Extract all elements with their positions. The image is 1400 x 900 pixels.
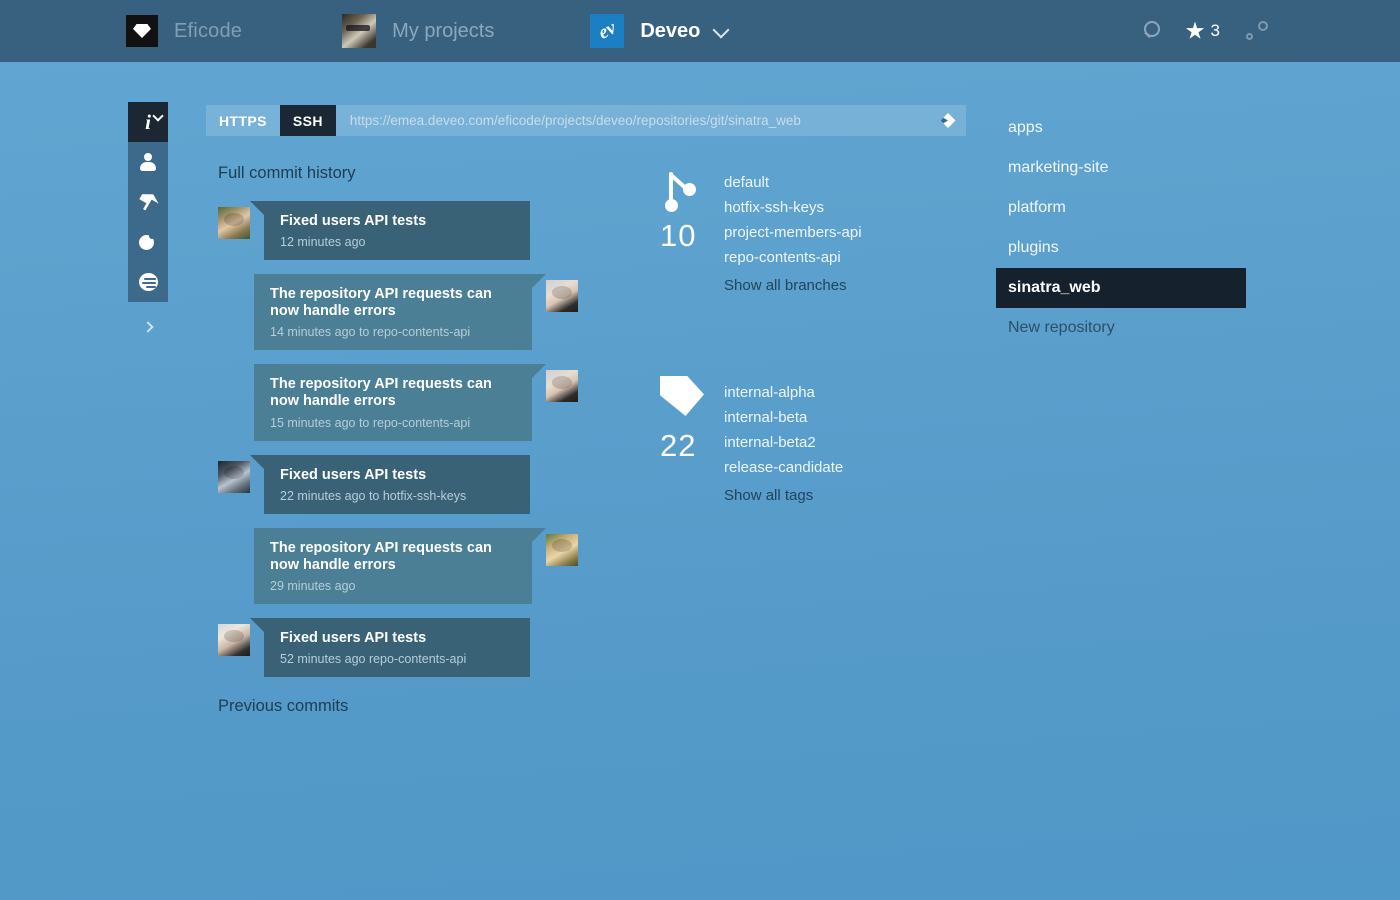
deveo-logo-icon: ev: [590, 14, 625, 48]
rail-item-activity[interactable]: [128, 262, 168, 302]
info-icon: i: [145, 109, 151, 134]
commit-history-panel: Full commit history Fixed users API test…: [218, 164, 578, 716]
commit-title: The repository API requests can now hand…: [270, 286, 492, 320]
top-navigation-bar: Eficode My projects ev Deveo 3: [0, 0, 1400, 62]
avatar: [218, 623, 250, 656]
commit-meta: 29 minutes ago: [270, 578, 356, 593]
rail-expand-button[interactable]: [128, 314, 168, 340]
previous-commits-link[interactable]: Previous commits: [218, 697, 578, 716]
commit-bubble[interactable]: Fixed users API tests 22 minutes ago to h…: [250, 454, 530, 514]
commit-row[interactable]: Fixed users API tests 52 minutes ago repo…: [218, 617, 578, 677]
protocol-https-button[interactable]: HTTPS: [206, 105, 280, 136]
avatar: [546, 280, 578, 313]
commit-meta: 12 minutes ago: [280, 235, 366, 250]
search-icon[interactable]: [1142, 20, 1164, 42]
commit-bubble[interactable]: Fixed users API tests 52 minutes ago repo…: [250, 617, 530, 677]
tag-list: internal-alpha internal-beta internal-beta…: [724, 376, 843, 508]
stack-icon: [138, 273, 158, 291]
repository-item-apps[interactable]: apps: [996, 108, 1246, 148]
star-count: 3: [1210, 21, 1220, 40]
branch-icon: [660, 166, 698, 212]
tag-item-show-all[interactable]: Show all tags: [724, 483, 843, 508]
commit-row[interactable]: Fixed users API tests 22 minutes ago to h…: [218, 454, 578, 514]
branch-item[interactable]: project-members-api: [724, 220, 862, 245]
breadcrumb-my-projects[interactable]: My projects: [242, 0, 494, 62]
tag-item[interactable]: internal-alpha: [724, 380, 843, 405]
commit-title: Fixed users API tests: [280, 466, 427, 483]
user-avatar: [342, 14, 377, 48]
star-icon: [1185, 21, 1205, 39]
person-icon: [139, 153, 157, 171]
rail-item-info[interactable]: i: [128, 102, 168, 142]
clone-url-text[interactable]: https://emea.deveo.com/eficode/projects/…: [336, 113, 930, 128]
commit-row[interactable]: The repository API requests can now hand…: [218, 274, 578, 351]
branch-item[interactable]: repo-contents-api: [724, 245, 862, 270]
chevron-down-icon[interactable]: [714, 24, 729, 39]
tags-badge: 22: [660, 376, 724, 508]
avatar: [546, 370, 578, 403]
page-title: Full commit history: [218, 164, 356, 182]
tag-count: 22: [660, 428, 697, 463]
protocol-ssh-button[interactable]: SSH: [279, 105, 336, 136]
tags-group: 22 internal-alpha internal-beta internal-b…: [660, 376, 980, 508]
org-name: Eficode: [174, 19, 243, 42]
current-project-name: Deveo: [640, 19, 701, 42]
avatar: [218, 460, 250, 493]
commit-bubble[interactable]: The repository API requests can now hand…: [254, 274, 546, 351]
repository-item-plugins[interactable]: plugins: [996, 228, 1246, 268]
commit-title: The repository API requests can now hand…: [270, 539, 492, 573]
commit-title: The repository API requests can now hand…: [270, 376, 492, 410]
rail-item-push[interactable]: [128, 182, 168, 222]
commit-row[interactable]: The repository API requests can now hand…: [218, 527, 578, 604]
branch-item-show-all[interactable]: Show all branches: [724, 273, 862, 298]
tag-item[interactable]: release-candidate: [724, 455, 843, 480]
arrow-icon: [135, 189, 160, 214]
refs-panel: 10 default hotfix-ssh-keys project-members…: [660, 166, 980, 586]
copy-diamond-icon: [940, 113, 956, 128]
rail-item-commits[interactable]: [128, 222, 168, 262]
topbar-actions: 3: [1142, 20, 1268, 42]
branch-list: default hotfix-ssh-keys project-members-ap…: [724, 166, 862, 298]
starred-button[interactable]: 3: [1185, 21, 1220, 41]
commit-title: Fixed users API tests: [280, 213, 427, 229]
commit-row[interactable]: The repository API requests can now hand…: [218, 364, 578, 441]
chevron-right-icon: [142, 321, 154, 333]
left-icon-rail: i: [128, 102, 168, 302]
avatar: [218, 207, 250, 239]
commit-bubble[interactable]: Fixed users API tests 12 minutes ago: [250, 201, 530, 261]
tag-item[interactable]: internal-beta2: [724, 430, 843, 455]
clone-url-bar: HTTPS SSH https://emea.deveo.com/eficode…: [206, 105, 966, 136]
gear-icon[interactable]: [1246, 21, 1268, 41]
commit-meta: 22 minutes ago to hotfix-ssh-keys: [280, 488, 467, 503]
commit-title: Fixed users API tests: [280, 629, 427, 646]
chevron-down-icon: [152, 110, 164, 122]
commit-list: Fixed users API tests 12 minutes ago The r…: [218, 201, 578, 677]
repository-item-platform[interactable]: platform: [996, 188, 1246, 228]
commit-bubble[interactable]: The repository API requests can now hand…: [254, 364, 546, 441]
commit-row[interactable]: Fixed users API tests 12 minutes ago: [218, 201, 578, 261]
gem-logo-icon: [126, 15, 158, 47]
avatar: [546, 533, 578, 566]
tag-item[interactable]: internal-beta: [724, 405, 843, 430]
repository-item-new-repository[interactable]: New repository: [996, 308, 1246, 348]
branches-badge: 10: [660, 166, 724, 298]
branch-count: 10: [660, 218, 697, 253]
commit-meta: 14 minutes ago to repo-contents-api: [270, 325, 471, 340]
repository-item-sinatra-web[interactable]: sinatra_web: [996, 268, 1246, 308]
tag-icon: [660, 376, 704, 416]
branch-item[interactable]: default: [724, 170, 862, 195]
breadcrumb-current-project[interactable]: ev Deveo: [494, 0, 729, 62]
branches-group: 10 default hotfix-ssh-keys project-members…: [660, 166, 980, 298]
rail-item-members[interactable]: [128, 142, 168, 182]
copy-url-button[interactable]: [930, 105, 966, 136]
my-projects-label: My projects: [392, 19, 495, 42]
repository-sidebar: apps marketing-site platform plugins sinatra…: [996, 108, 1246, 348]
commit-icon: [138, 233, 158, 251]
breadcrumb-org[interactable]: Eficode: [0, 0, 242, 62]
branch-item[interactable]: hotfix-ssh-keys: [724, 195, 862, 220]
commit-bubble[interactable]: The repository API requests can now hand…: [254, 527, 546, 604]
repository-item-marketing-site[interactable]: marketing-site: [996, 148, 1246, 188]
commit-meta: 52 minutes ago repo-contents-api: [280, 651, 467, 666]
commit-meta: 15 minutes ago to repo-contents-api: [270, 415, 471, 430]
